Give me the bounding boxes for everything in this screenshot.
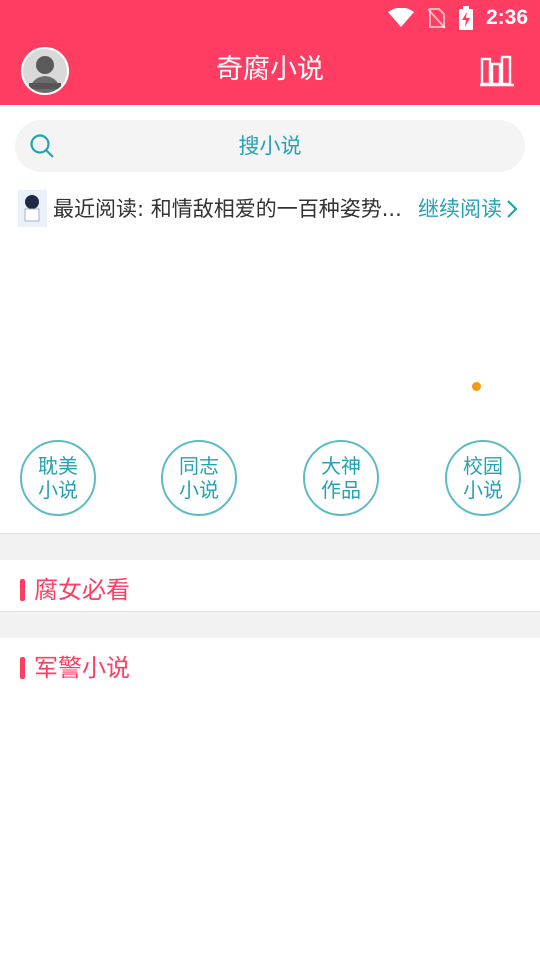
banner-carousel[interactable]: [0, 236, 540, 426]
section-title: 腐女必看: [34, 576, 130, 604]
recent-reading-title: 最近阅读: 和情敌相爱的一百种姿势...: [53, 197, 402, 221]
status-time: 2:36: [485, 6, 528, 29]
category-xiaoyuan[interactable]: 校园 小说: [445, 440, 521, 516]
status-bar: 2:36: [0, 0, 540, 36]
search-placeholder: 搜小说: [238, 134, 302, 158]
book-cover-thumbnail: [18, 190, 47, 227]
continue-reading-label: 继续阅读: [418, 197, 502, 221]
section-header-junjing[interactable]: 军警小说: [0, 640, 540, 690]
category-dashen[interactable]: 大神 作品: [303, 440, 379, 516]
section-marker: [20, 657, 25, 679]
wifi-icon: [387, 8, 414, 28]
section-header-funv[interactable]: 腐女必看: [0, 562, 540, 612]
search-input[interactable]: 搜小说: [15, 120, 525, 172]
carousel-indicator: [472, 382, 481, 391]
app-header: 2:36 奇腐小说: [0, 0, 540, 105]
category-tongzhi[interactable]: 同志 小说: [161, 440, 237, 516]
category-row: 耽美 小说 同志 小说 大神 作品 校园 小说: [0, 440, 540, 518]
chevron-right-icon: [506, 199, 518, 219]
bookshelf-icon[interactable]: [480, 53, 514, 87]
continue-reading-link[interactable]: 继续阅读: [418, 188, 518, 230]
page-title: 奇腐小说: [216, 54, 324, 85]
category-danmei[interactable]: 耽美 小说: [20, 440, 96, 516]
no-sim-icon: [426, 7, 446, 29]
battery-charging-icon: [458, 6, 474, 30]
section-title: 军警小说: [34, 654, 130, 682]
section-marker: [20, 579, 25, 601]
section-gap: [0, 534, 540, 560]
recent-reading-row[interactable]: 最近阅读: 和情敌相爱的一百种姿势... 继续阅读: [0, 188, 540, 228]
section-gap: [0, 612, 540, 638]
